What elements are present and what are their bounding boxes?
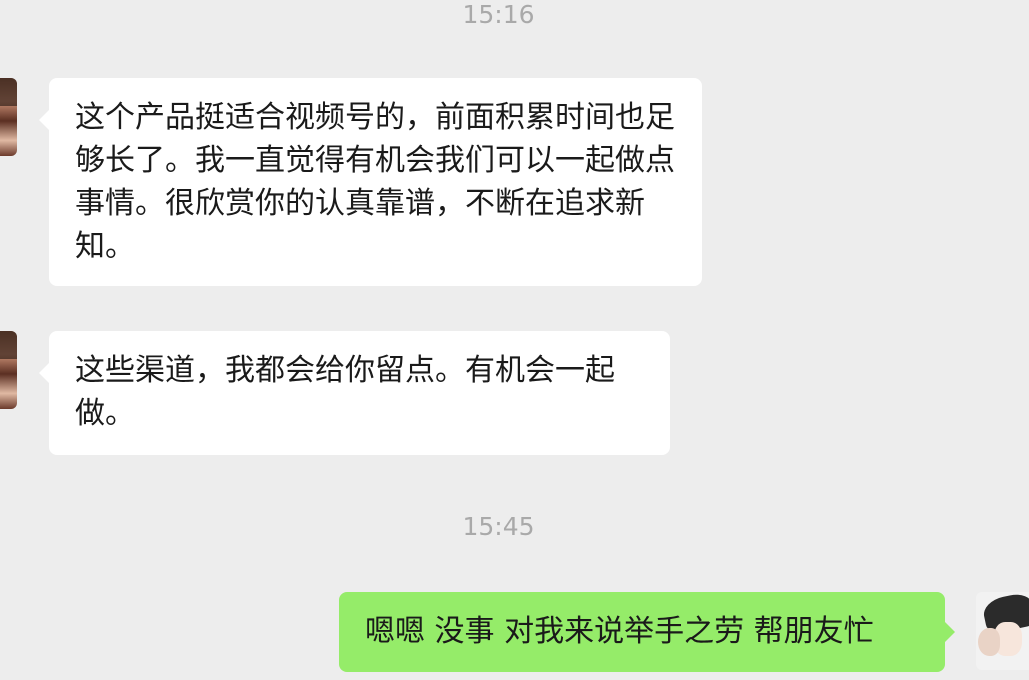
timestamp: 15:16 — [462, 0, 535, 29]
contact-avatar-icon[interactable] — [0, 331, 17, 409]
timestamp: 15:45 — [462, 512, 535, 541]
outgoing-message-bubble[interactable]: 嗯嗯 没事 对我来说举手之劳 帮朋友忙 — [339, 592, 955, 672]
incoming-message-bubble[interactable]: 这些渠道，我都会给你留点。有机会一起做。 — [39, 331, 670, 455]
incoming-message-bubble[interactable]: 这个产品挺适合视频号的，前面积累时间也足够长了。我一直觉得有机会我们可以一起做点… — [39, 78, 702, 286]
self-avatar-icon[interactable] — [976, 592, 1029, 670]
contact-avatar-icon[interactable] — [0, 78, 17, 156]
